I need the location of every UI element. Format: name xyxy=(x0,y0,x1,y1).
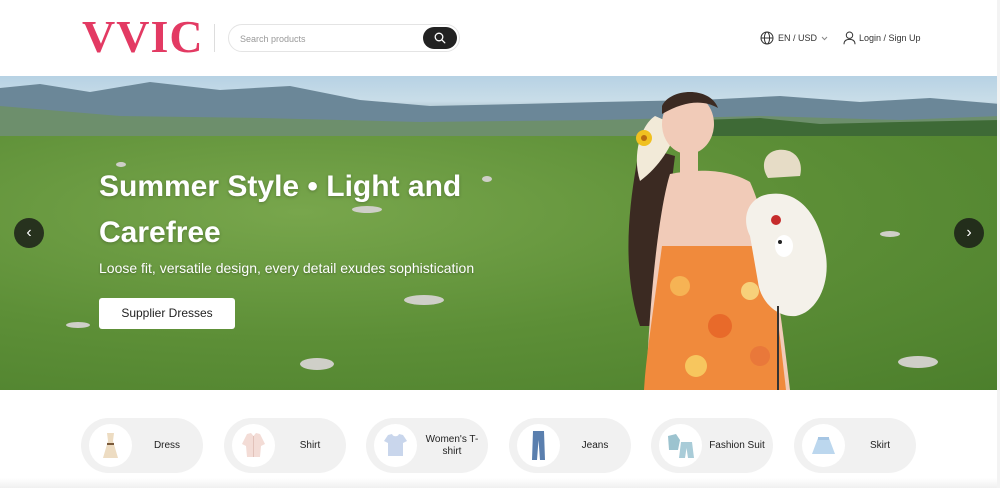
category-label: Jeans xyxy=(581,439,609,451)
suit-icon xyxy=(668,434,694,458)
rock xyxy=(898,356,938,368)
category-thumbnail xyxy=(659,424,702,467)
homepage: VVIC EN / USD xyxy=(0,0,1000,488)
shirt-icon xyxy=(242,433,265,457)
logo-divider xyxy=(214,24,215,52)
tshirt-icon xyxy=(384,434,407,456)
login-label: Login / Sign Up xyxy=(859,33,921,43)
rock xyxy=(404,295,444,305)
login-signup-link[interactable]: Login / Sign Up xyxy=(843,30,921,46)
language-label: EN / USD xyxy=(778,33,818,43)
globe-icon xyxy=(760,31,774,45)
rock xyxy=(880,231,900,237)
skirt-icon xyxy=(812,437,835,454)
user-icon xyxy=(843,31,856,45)
hero-title: Summer Style • Light and Carefree xyxy=(99,170,462,249)
category-label: Skirt xyxy=(870,439,890,451)
category-skirt[interactable]: Skirt xyxy=(794,418,916,473)
chevron-right-icon: › xyxy=(966,224,972,241)
category-dress[interactable]: Dress xyxy=(81,418,203,473)
category-thumbnail xyxy=(517,424,560,467)
hero-subtitle: Loose fit, versatile design, every detai… xyxy=(99,260,475,276)
model-with-lamb-illustration xyxy=(628,92,827,390)
chevron-left-icon: ‹ xyxy=(26,224,32,241)
category-label: Women's T-shirt xyxy=(425,433,479,457)
carousel-prev-button[interactable]: ‹ xyxy=(14,218,44,248)
category-shirt[interactable]: Shirt xyxy=(224,418,346,473)
bottom-shadow xyxy=(0,478,1000,488)
site-header: VVIC EN / USD xyxy=(0,0,1000,76)
search-bar xyxy=(228,24,460,52)
language-currency-selector[interactable]: EN / USD xyxy=(760,30,828,46)
search-icon xyxy=(434,32,446,44)
category-label: Shirt xyxy=(299,439,321,451)
category-label: Fashion Suit xyxy=(709,439,765,451)
dress-icon xyxy=(103,433,118,458)
carousel-next-button[interactable]: › xyxy=(954,218,984,248)
search-input[interactable] xyxy=(240,30,420,47)
category-fashion-suit[interactable]: Fashion Suit xyxy=(651,418,773,473)
rock xyxy=(300,358,334,370)
chevron-down-icon xyxy=(821,36,828,40)
hero-banner[interactable]: Summer Style • Light and Carefree Loose … xyxy=(0,76,1000,390)
supplier-dresses-button[interactable]: Supplier Dresses xyxy=(99,298,235,329)
vvic-logo[interactable]: VVIC xyxy=(82,14,204,60)
category-thumbnail xyxy=(232,424,275,467)
category-womens-tshirt[interactable]: Women's T-shirt xyxy=(366,418,488,473)
category-strip: Dress Shirt Women's T-shirt Jeans Fashio… xyxy=(0,390,1000,488)
category-thumbnail xyxy=(374,424,417,467)
category-thumbnail xyxy=(89,424,132,467)
search-button[interactable] xyxy=(423,27,457,49)
category-jeans[interactable]: Jeans xyxy=(509,418,631,473)
category-thumbnail xyxy=(802,424,845,467)
rock xyxy=(66,322,90,328)
jeans-icon xyxy=(532,431,545,460)
category-label: Dress xyxy=(153,439,181,451)
